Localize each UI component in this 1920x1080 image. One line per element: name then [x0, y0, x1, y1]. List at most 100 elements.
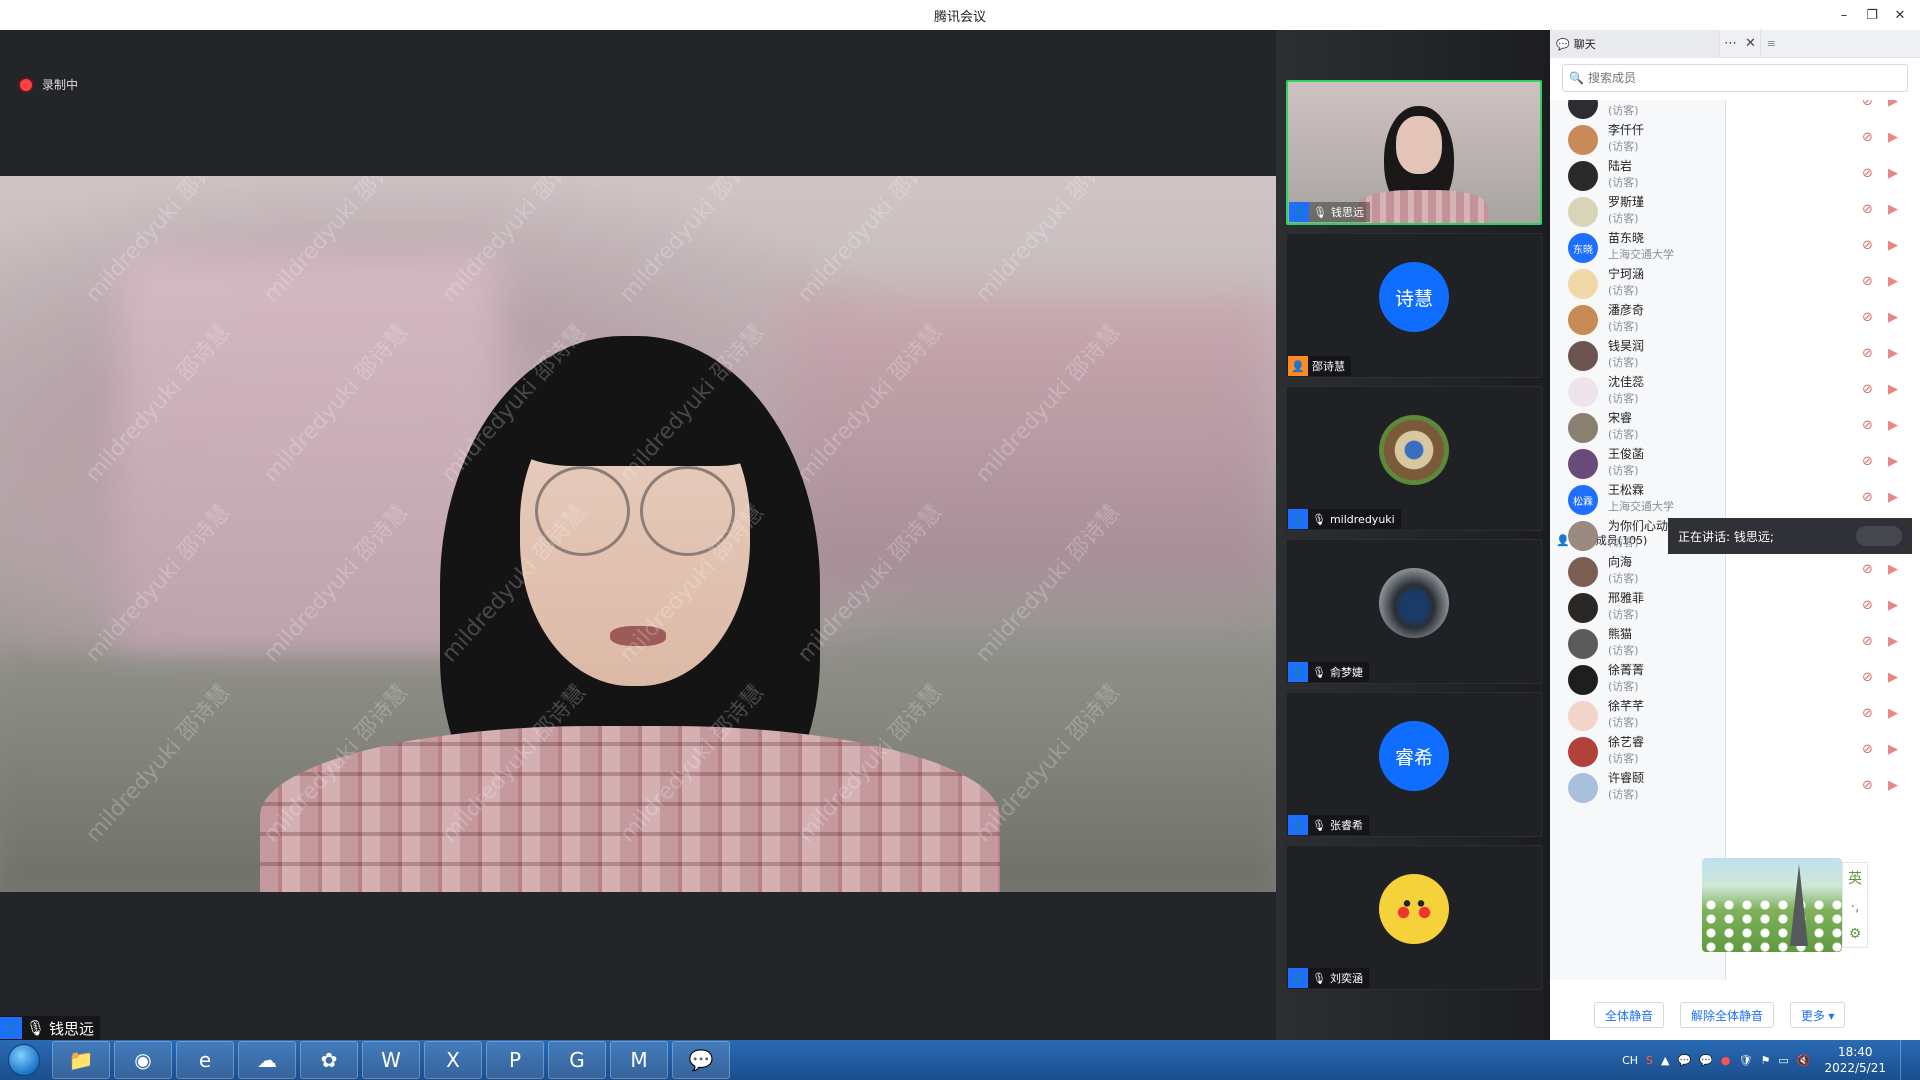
- camera-off-icon[interactable]: ▶: [1888, 634, 1898, 649]
- member-row[interactable]: 许睿颐 (访客) ⊘ ▶: [1550, 766, 1920, 810]
- app-icon[interactable]: ✿: [300, 1041, 358, 1079]
- settings-gear-icon[interactable]: ⚙: [1849, 926, 1862, 942]
- punctuation-icon[interactable]: ·,: [1851, 899, 1860, 915]
- clock[interactable]: 18:40 2022/5/21: [1818, 1044, 1892, 1076]
- avatar: [1568, 125, 1598, 155]
- app-title: 腾讯会议: [933, 9, 986, 25]
- mute-all-button[interactable]: 全体静音: [1594, 1002, 1665, 1028]
- security-shield-icon[interactable]: 🛡: [1739, 1054, 1753, 1067]
- thumbnail-tile[interactable]: 👤 🎙 俞梦婕: [1286, 539, 1542, 684]
- mic-muted-icon[interactable]: ⊘: [1862, 706, 1873, 721]
- app-red-icon[interactable]: G: [548, 1041, 606, 1079]
- speaker-mouth: [610, 626, 666, 646]
- camera-off-icon[interactable]: ▶: [1888, 100, 1898, 109]
- powerpoint-icon[interactable]: P: [486, 1041, 544, 1079]
- mic-muted-icon[interactable]: ⊘: [1862, 418, 1873, 433]
- main-video[interactable]: mildredyuki 邵诗慧 mildredyuki 邵诗慧 mildredyuk…: [0, 176, 1276, 892]
- network-icon[interactable]: ▭: [1778, 1054, 1788, 1067]
- mic-muted-icon[interactable]: ⊘: [1862, 490, 1873, 505]
- mic-muted-icon[interactable]: ⊘: [1862, 274, 1873, 289]
- camera-off-icon[interactable]: ▶: [1888, 742, 1898, 757]
- camera-off-icon[interactable]: ▶: [1888, 598, 1898, 613]
- thumbnail-tile[interactable]: 诗慧 👤 邵诗慧: [1286, 233, 1542, 378]
- excel-icon[interactable]: X: [424, 1041, 482, 1079]
- mic-muted-icon[interactable]: ⊘: [1862, 778, 1873, 793]
- record-tray-icon[interactable]: ●: [1721, 1054, 1731, 1067]
- member-search[interactable]: 🔍: [1562, 64, 1908, 92]
- watermark-text: mildredyuki 邵诗慧: [971, 176, 1126, 308]
- mic-icon: 🎙: [1313, 205, 1327, 219]
- more-icon[interactable]: ⋯: [1724, 36, 1737, 51]
- camera-off-icon[interactable]: ▶: [1888, 274, 1898, 289]
- tencent-meeting-icon[interactable]: M: [610, 1041, 668, 1079]
- close-icon[interactable]: ✕: [1745, 36, 1756, 51]
- thumbnail-tile[interactable]: 👤 🎙 钱思远: [1286, 80, 1542, 225]
- mic-muted-icon[interactable]: ⊘: [1862, 598, 1873, 613]
- camera-off-icon[interactable]: ▶: [1888, 562, 1898, 577]
- camera-off-icon[interactable]: ▶: [1888, 238, 1898, 253]
- speaker-figure: [250, 336, 1010, 892]
- mic-muted-icon[interactable]: ⊘: [1862, 742, 1873, 757]
- thumbnail-tile[interactable]: 👤 🎙 mildredyuki: [1286, 386, 1542, 531]
- chrome-icon[interactable]: ◉: [114, 1041, 172, 1079]
- recording-indicator[interactable]: 录制中: [20, 76, 78, 93]
- camera-off-icon[interactable]: ▶: [1888, 310, 1898, 325]
- search-input[interactable]: [1587, 71, 1888, 85]
- ime-mode-label[interactable]: 英: [1848, 868, 1862, 888]
- menu-icon[interactable]: ≡: [1759, 30, 1782, 57]
- mic-muted-icon[interactable]: ⊘: [1862, 454, 1873, 469]
- mic-muted-icon[interactable]: ⊘: [1862, 238, 1873, 253]
- camera-off-icon[interactable]: ▶: [1888, 346, 1898, 361]
- unmute-all-button[interactable]: 解除全体静音: [1680, 1002, 1775, 1028]
- camera-off-icon[interactable]: ▶: [1888, 202, 1898, 217]
- camera-off-icon[interactable]: ▶: [1888, 418, 1898, 433]
- camera-off-icon[interactable]: ▶: [1888, 382, 1898, 397]
- restore-button[interactable]: ❐: [1858, 8, 1886, 23]
- ime-toolbar[interactable]: 英 ·, ⚙: [1842, 862, 1868, 948]
- tab-chat[interactable]: 💬 聊天: [1550, 30, 1720, 58]
- language-indicator[interactable]: CH: [1622, 1054, 1638, 1067]
- mic-muted-icon[interactable]: ⊘: [1862, 310, 1873, 325]
- wechat-icon[interactable]: 💬: [672, 1041, 730, 1079]
- main-speaker-name: 钱思远: [49, 1019, 95, 1038]
- cloud-icon[interactable]: ☁: [238, 1041, 296, 1079]
- wechat-tray-icon-2[interactable]: 💬: [1699, 1054, 1713, 1067]
- camera-off-icon[interactable]: ▶: [1888, 706, 1898, 721]
- mic-muted-icon[interactable]: ⊘: [1862, 100, 1873, 109]
- minimize-button[interactable]: –: [1830, 8, 1858, 23]
- tray-expand-icon[interactable]: ▲: [1661, 1054, 1669, 1067]
- sogou-icon[interactable]: S: [1646, 1054, 1653, 1067]
- mic-muted-icon[interactable]: ⊘: [1862, 202, 1873, 217]
- more-button[interactable]: 更多 ▾: [1790, 1002, 1846, 1028]
- camera-off-icon[interactable]: ▶: [1888, 166, 1898, 181]
- wechat-tray-icon[interactable]: 💬: [1678, 1054, 1692, 1067]
- word-icon[interactable]: W: [362, 1041, 420, 1079]
- camera-off-icon[interactable]: ▶: [1888, 454, 1898, 469]
- speaking-tooltip: 正在讲话: 钱思远;: [1668, 518, 1912, 554]
- ie-icon[interactable]: e: [176, 1041, 234, 1079]
- show-desktop-button[interactable]: [1900, 1040, 1912, 1080]
- mic-muted-icon[interactable]: ⊘: [1862, 670, 1873, 685]
- close-button[interactable]: ✕: [1886, 8, 1914, 23]
- camera-off-icon[interactable]: ▶: [1888, 130, 1898, 145]
- member-role: (访客): [1608, 428, 1639, 441]
- thumbnail-tile[interactable]: 睿希 👤 🎙 张睿希: [1286, 692, 1542, 837]
- floating-wallpaper-widget[interactable]: [1702, 858, 1842, 952]
- camera-off-icon[interactable]: ▶: [1888, 778, 1898, 793]
- mic-muted-icon[interactable]: ⊘: [1862, 634, 1873, 649]
- flag-icon[interactable]: ⚑: [1760, 1054, 1770, 1067]
- member-role: (访客): [1608, 212, 1639, 225]
- thumbnail-name: 俞梦婕: [1329, 666, 1363, 679]
- mic-muted-icon[interactable]: ⊘: [1862, 346, 1873, 361]
- mic-muted-icon[interactable]: ⊘: [1862, 166, 1873, 181]
- file-explorer-icon[interactable]: 📁: [52, 1041, 110, 1079]
- mic-muted-icon[interactable]: ⊘: [1862, 382, 1873, 397]
- thumbnail-tile[interactable]: 👤 🎙 刘奕涵: [1286, 845, 1542, 990]
- mic-muted-icon[interactable]: ⊘: [1862, 562, 1873, 577]
- start-button[interactable]: [0, 1040, 48, 1080]
- volume-muted-icon[interactable]: 🔇: [1797, 1054, 1811, 1067]
- member-role: (访客): [1608, 320, 1639, 333]
- mic-muted-icon[interactable]: ⊘: [1862, 130, 1873, 145]
- camera-off-icon[interactable]: ▶: [1888, 490, 1898, 505]
- camera-off-icon[interactable]: ▶: [1888, 670, 1898, 685]
